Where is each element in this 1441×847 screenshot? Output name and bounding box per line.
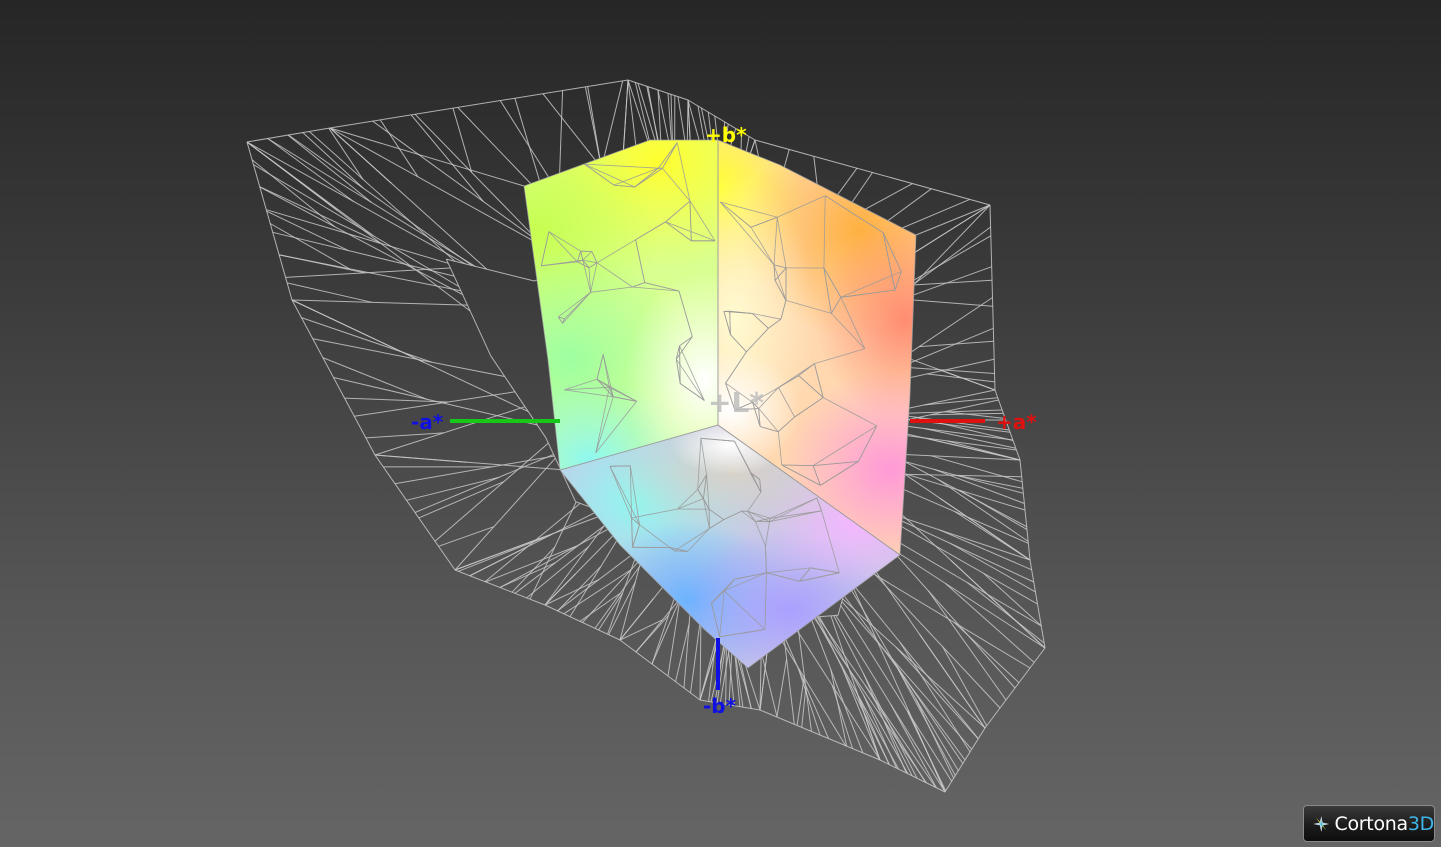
- wire-edge: [950, 543, 1036, 593]
- wire-edge: [885, 517, 1038, 605]
- wire-edge: [863, 673, 907, 774]
- wire-edge: [329, 127, 392, 184]
- wire-edge: [690, 615, 702, 693]
- wire-edge: [272, 231, 455, 277]
- wire-edge: [374, 406, 526, 456]
- wire-edge: [941, 370, 996, 391]
- wire-edge: [526, 546, 589, 599]
- wire-edge: [818, 616, 909, 774]
- wire-edge: [279, 254, 461, 292]
- wire-edge: [469, 509, 600, 577]
- wire-edge: [446, 258, 535, 282]
- wire-edge: [434, 442, 549, 542]
- wire-edge: [904, 204, 991, 260]
- wire-edge: [881, 532, 1042, 627]
- plus-l-axis-label: +L*: [708, 386, 764, 419]
- wire-edge: [902, 298, 993, 307]
- wire-edge: [619, 639, 701, 701]
- wire-edge: [445, 258, 492, 356]
- wire-edge: [312, 338, 505, 377]
- wire-edge: [923, 397, 998, 406]
- wire-edge: [267, 138, 354, 202]
- gamut-3d-viewport[interactable]: +b* -b* +a* -a* +L*: [0, 0, 1441, 847]
- wire-edge: [915, 204, 991, 236]
- wire-edge: [291, 299, 425, 363]
- wire-edge: [651, 598, 681, 665]
- wire-edge: [251, 159, 336, 228]
- wire-edge: [246, 141, 466, 265]
- wire-edge: [485, 545, 578, 583]
- wire-edge: [950, 560, 1046, 649]
- wire-edge: [329, 127, 525, 187]
- minus-a-axis-label: -a*: [411, 410, 444, 434]
- wire-edge: [329, 79, 629, 129]
- wire-edge: [928, 438, 1021, 461]
- wire-edge: [884, 721, 913, 777]
- wire-edge: [514, 516, 617, 594]
- wire-edge: [394, 455, 555, 485]
- wire-edge: [927, 590, 1007, 701]
- wire-edge: [410, 114, 484, 202]
- wire-edge: [246, 141, 293, 301]
- wire-edge: [914, 226, 991, 285]
- cortona3d-brand-label: Cortona3D: [1334, 812, 1435, 835]
- wire-edge: [796, 675, 805, 726]
- plus-b-axis-label: +b*: [705, 123, 747, 147]
- wire-edge: [843, 594, 966, 761]
- wire-edge: [291, 299, 468, 306]
- wire-edge: [374, 454, 467, 463]
- wire-edge: [847, 578, 979, 740]
- wire-edge: [809, 615, 864, 754]
- wire-edge: [490, 355, 547, 438]
- wire-edge: [286, 282, 373, 303]
- wire-edge: [579, 592, 621, 622]
- cortona3d-badge[interactable]: Cortona3D: [1303, 805, 1435, 842]
- wire-edge: [544, 578, 600, 606]
- plus-a-axis-label: +a*: [996, 410, 1037, 434]
- wire-edge: [797, 667, 821, 736]
- mesh-edge: [609, 465, 631, 467]
- wire-edge: [776, 658, 788, 718]
- wire-edge: [887, 512, 1031, 561]
- wire-edge: [816, 616, 890, 765]
- wire-edge: [879, 535, 1016, 689]
- minus-b-axis-label: -b*: [703, 694, 737, 718]
- wire-edge: [454, 536, 545, 571]
- wire-edge: [953, 622, 1020, 684]
- wire-edge: [544, 514, 613, 606]
- cortona-star-icon: [1313, 815, 1330, 832]
- wire-edge: [813, 616, 927, 784]
